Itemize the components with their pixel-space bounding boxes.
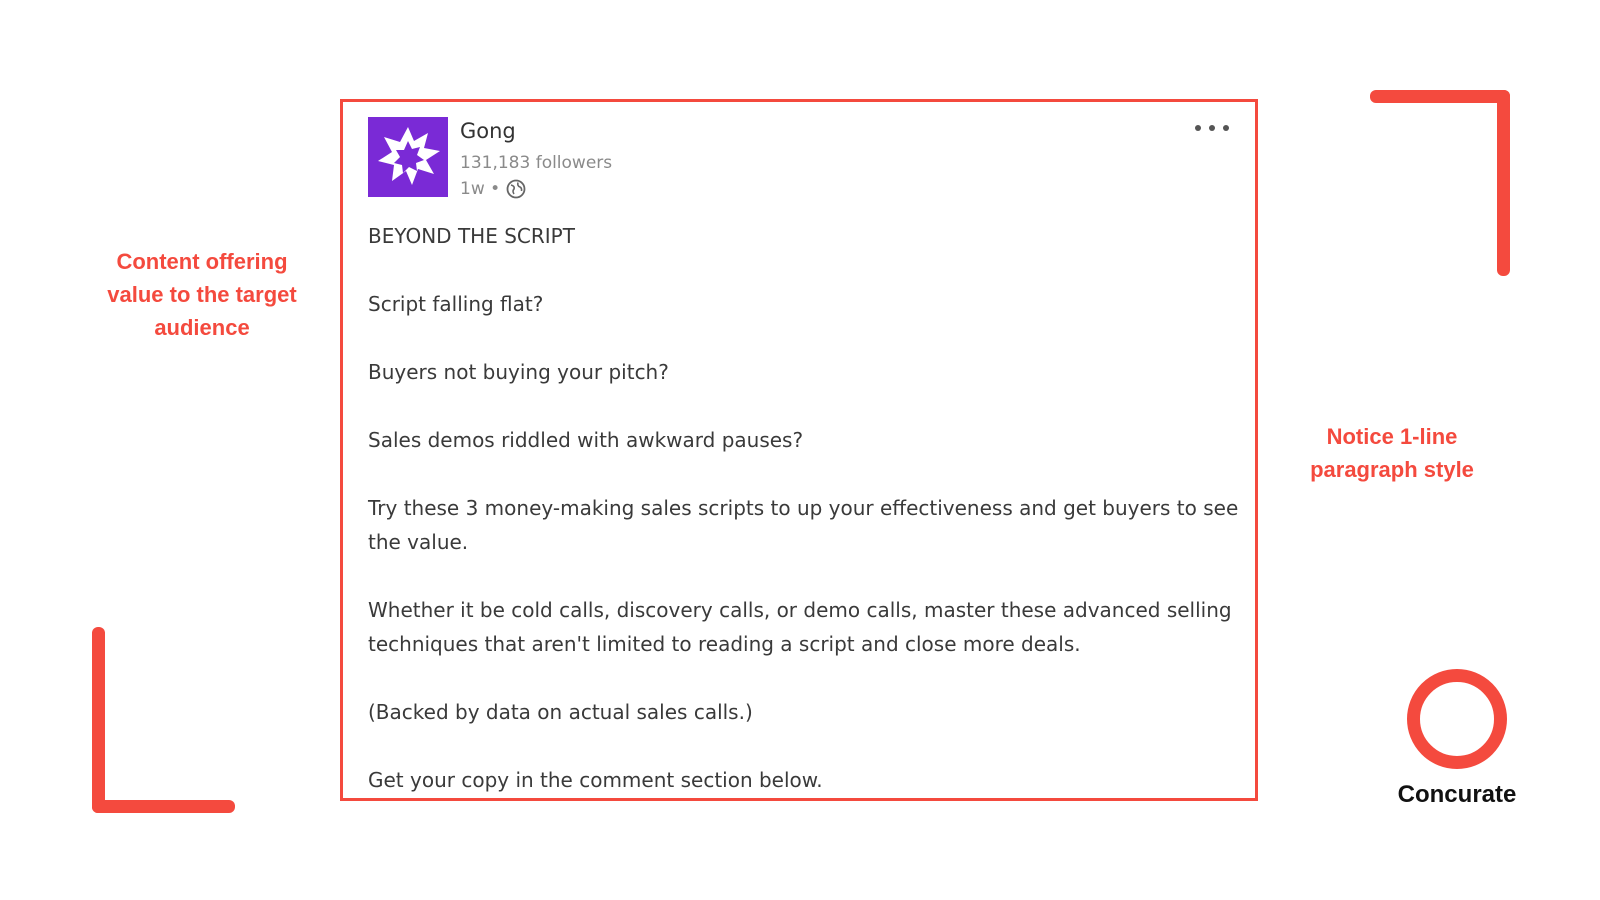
corner-bracket-bottom-left-vertical bbox=[92, 627, 105, 813]
ellipsis-icon bbox=[1223, 125, 1229, 131]
annotation-left-line: audience bbox=[154, 315, 250, 340]
annotation-right-line: paragraph style bbox=[1310, 457, 1474, 482]
globe-icon bbox=[506, 179, 526, 199]
more-options-button[interactable] bbox=[1195, 116, 1229, 140]
corner-bracket-top-right-vertical bbox=[1497, 90, 1510, 276]
post-paragraph: Script falling flat? bbox=[368, 292, 544, 316]
post-paragraph: Get your copy in the comment section bel… bbox=[368, 768, 823, 792]
annotation-right-line: Notice 1-line bbox=[1326, 424, 1458, 449]
post-paragraph: Try these 3 money-making sales scripts t… bbox=[368, 496, 1239, 554]
gong-logo-icon bbox=[378, 127, 440, 185]
post-paragraph: Sales demos riddled with awkward pauses? bbox=[368, 428, 804, 452]
annotation-left-line: value to the target bbox=[107, 282, 297, 307]
follower-count: 131,183 followers bbox=[460, 153, 613, 173]
annotation-left: Content offering value to the target aud… bbox=[82, 245, 322, 344]
post-body: BEYOND THE SCRIPT Script falling flat? B… bbox=[368, 219, 1248, 797]
linkedin-post-card: Gong 131,183 followers 1w • BEYOND THE S… bbox=[340, 99, 1258, 801]
brand-name: Concurate bbox=[1397, 781, 1517, 808]
annotation-left-line: Content offering bbox=[116, 249, 288, 274]
annotation-right: Notice 1-line paragraph style bbox=[1282, 420, 1502, 486]
ellipsis-icon bbox=[1209, 125, 1215, 131]
author-name[interactable]: Gong bbox=[460, 119, 516, 143]
post-paragraph: BEYOND THE SCRIPT bbox=[368, 224, 575, 248]
corner-bracket-top-right-horizontal bbox=[1370, 90, 1510, 103]
corner-bracket-bottom-left-horizontal bbox=[92, 800, 235, 813]
post-meta: 1w • bbox=[460, 179, 526, 199]
post-paragraph: Buyers not buying your pitch? bbox=[368, 360, 669, 384]
concurate-logo-icon bbox=[1407, 669, 1507, 769]
ellipsis-icon bbox=[1195, 125, 1201, 131]
post-paragraph: (Backed by data on actual sales calls.) bbox=[368, 700, 753, 724]
company-avatar[interactable] bbox=[368, 117, 448, 197]
post-paragraph: Whether it be cold calls, discovery call… bbox=[368, 598, 1232, 656]
post-age: 1w • bbox=[460, 179, 501, 199]
